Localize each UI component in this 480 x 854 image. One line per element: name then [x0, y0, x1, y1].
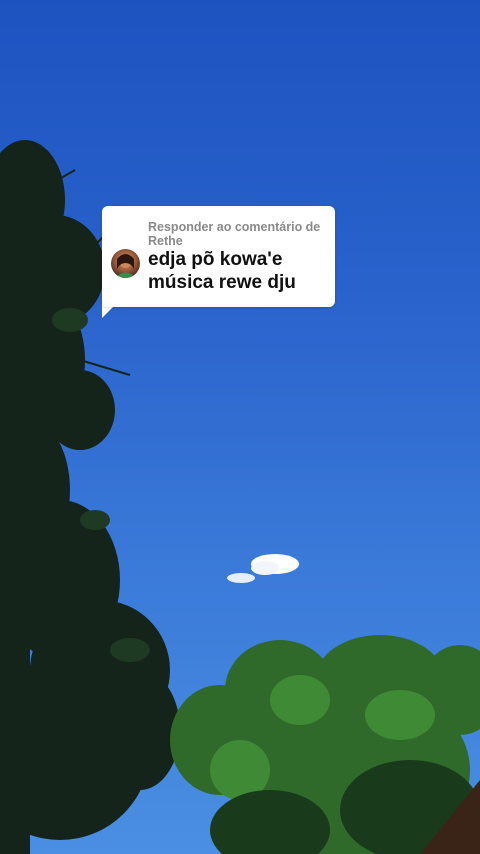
cloud	[227, 554, 299, 583]
right-trees	[170, 635, 480, 854]
comment-text: edja põ kowa'e música rewe dju	[148, 249, 296, 293]
video-background	[0, 0, 480, 854]
user-avatar[interactable]	[111, 249, 140, 278]
avatar-icon	[115, 254, 136, 278]
comment-reply-card[interactable]: Responder ao comentário de Rethe edja põ…	[102, 206, 335, 307]
reply-to-label: Responder ao comentário de Rethe	[148, 220, 321, 248]
